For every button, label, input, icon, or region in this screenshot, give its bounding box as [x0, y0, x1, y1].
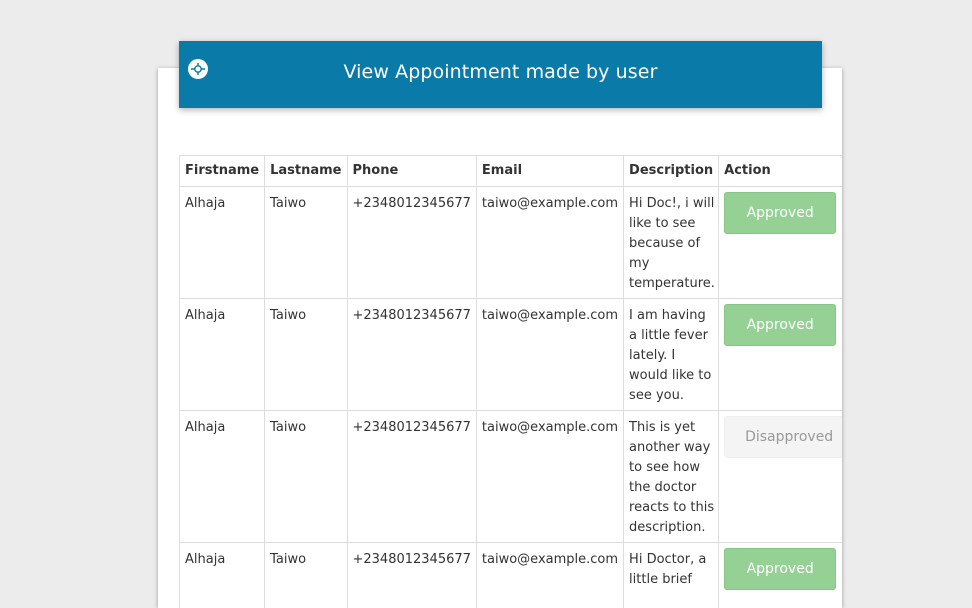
cell-action: Approved [719, 299, 842, 411]
cell-action: Disapproved [719, 411, 842, 543]
approved-button[interactable]: Approved [724, 548, 836, 590]
cell-phone: +2348012345677 [347, 187, 476, 299]
cell-action: Approved [719, 187, 842, 299]
cell-lastname: Taiwo [265, 543, 347, 608]
column-header-description: Description [624, 156, 719, 187]
cell-firstname: Alhaja [180, 411, 265, 543]
table-row: Alhaja Taiwo +2348012345677 taiwo@exampl… [180, 187, 843, 299]
page-title: View Appointment made by user [179, 61, 822, 83]
table-row: Alhaja Taiwo +2348012345677 taiwo@exampl… [180, 543, 843, 608]
cell-lastname: Taiwo [265, 299, 347, 411]
column-header-phone: Phone [347, 156, 476, 187]
table-row: Alhaja Taiwo +2348012345677 taiwo@exampl… [180, 411, 843, 543]
page-header: View Appointment made by user [179, 41, 822, 108]
cell-firstname: Alhaja [180, 187, 265, 299]
table-row: Alhaja Taiwo +2348012345677 taiwo@exampl… [180, 299, 843, 411]
cell-email: taiwo@example.com [476, 187, 623, 299]
cell-phone: +2348012345677 [347, 299, 476, 411]
cell-email: taiwo@example.com [476, 543, 623, 608]
appointment-card: Firstname Lastname Phone Email Descripti… [158, 68, 842, 608]
approved-button[interactable]: Approved [724, 192, 836, 234]
cell-description: This is yet another way to see how the d… [624, 411, 719, 543]
cell-email: taiwo@example.com [476, 299, 623, 411]
cell-firstname: Alhaja [180, 543, 265, 608]
cell-description: Hi Doc!, i will like to see because of m… [624, 187, 719, 299]
cell-phone: +2348012345677 [347, 543, 476, 608]
cell-phone: +2348012345677 [347, 411, 476, 543]
cell-email: taiwo@example.com [476, 411, 623, 543]
approved-button[interactable]: Approved [724, 304, 836, 346]
cell-lastname: Taiwo [265, 187, 347, 299]
table-header-row: Firstname Lastname Phone Email Descripti… [180, 156, 843, 187]
column-header-lastname: Lastname [265, 156, 347, 187]
disapproved-button[interactable]: Disapproved [724, 416, 842, 458]
column-header-firstname: Firstname [180, 156, 265, 187]
column-header-action: Action [719, 156, 842, 187]
appointments-table: Firstname Lastname Phone Email Descripti… [179, 155, 842, 608]
cell-description: Hi Doctor, a little brief [624, 543, 719, 608]
cell-firstname: Alhaja [180, 299, 265, 411]
cell-lastname: Taiwo [265, 411, 347, 543]
column-header-email: Email [476, 156, 623, 187]
cell-action: Approved [719, 543, 842, 608]
cell-description: I am having a little fever lately. I wou… [624, 299, 719, 411]
